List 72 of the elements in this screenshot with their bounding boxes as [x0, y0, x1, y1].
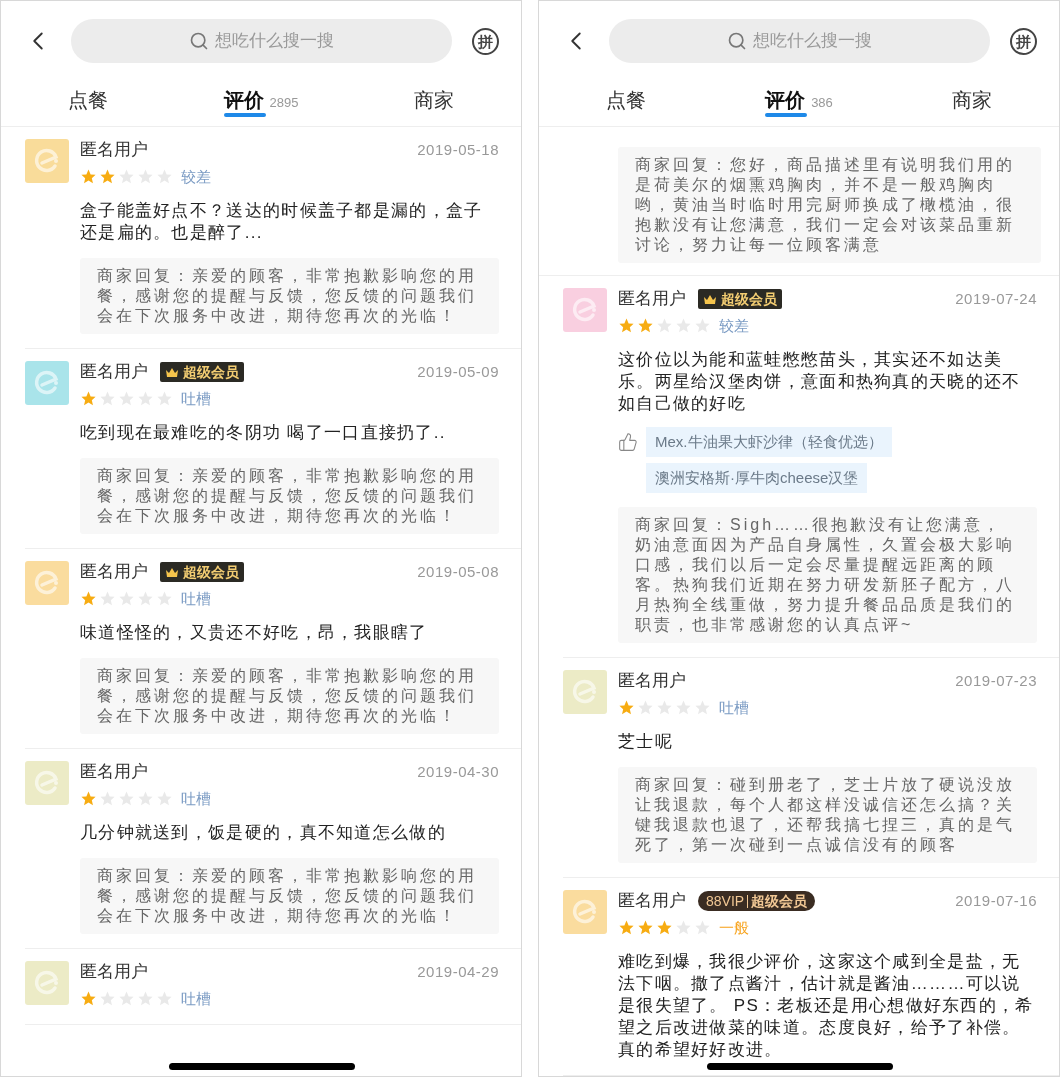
user-name: 匿名用户 — [80, 961, 148, 984]
star-icon — [618, 317, 635, 335]
rating-label: 吐槽 — [181, 388, 211, 409]
merchant-reply: 商家回复：碰到册老了，芝士片放了硬说没放让我退款，每个人都这样没诚信还怎么搞？关键我退款也退了，还帮我搞七捏三，真的是气死了，第一次碰到一点诚信没有的顾客 — [618, 767, 1037, 863]
star-icon — [80, 790, 97, 808]
star-icon — [618, 919, 635, 937]
review-date: 2019-07-24 — [955, 289, 1037, 309]
merchant-reply: 商家回复：Sigh……很抱歉没有让您满意，奶油意面因为产品自身属性，久置会极大影响口感，我们以后一定会尽量提醒远距离的顾客。热狗我们近期在努力研发新胚子配方，八月热狗全线重做，努力提升餐品品质是我们的职责，也非常感谢您的认真点评~ — [618, 507, 1037, 643]
tab[interactable]: 评价 2895 — [223, 75, 299, 126]
user-name: 匿名用户 — [618, 288, 686, 311]
crown-icon — [703, 293, 717, 305]
tab[interactable]: 评价 386 — [765, 75, 833, 126]
merchant-reply: 商家回复：亲爱的顾客，非常抱歉影响您的用餐，感谢您的提醒与反馈，您反馈的问题我们会在下次服务中改进，期待您再次的光临！ — [80, 658, 499, 734]
tab[interactable]: 点餐 — [67, 75, 108, 126]
group-order-button[interactable]: 拼 — [1010, 27, 1037, 55]
tab[interactable]: 商家 — [414, 75, 455, 126]
search-icon — [727, 31, 747, 51]
review-text: 吃到现在最难吃的冬阴功 喝了一口直接扔了.. — [80, 422, 447, 444]
review-date: 2019-05-08 — [417, 562, 499, 582]
user-name: 匿名用户 — [80, 761, 148, 784]
member-badge: 超级会员 — [160, 562, 244, 583]
crown-icon — [165, 366, 179, 378]
user-name: 匿名用户 — [80, 561, 148, 584]
review-text: 盒子能盖好点不？送达的时候盖子都是漏的，盒子还是扁的。也是醉了... — [80, 200, 484, 244]
merchant-reply: 商家回复：亲爱的顾客，非常抱歉影响您的用餐，感谢您的提醒与反馈，您反馈的问题我们会在下次服务中改进，期待您再次的光临！ — [80, 858, 499, 934]
rating-label: 吐槽 — [181, 588, 211, 609]
merchant-reply: 商家回复：亲爱的顾客，非常抱歉影响您的用餐，感谢您的提醒与反馈，您反馈的问题我们会在下次服务中改进，期待您再次的光临！ — [80, 458, 499, 534]
user-name: 匿名用户 — [80, 361, 148, 384]
star-icon — [637, 919, 654, 937]
user-name: 匿名用户 — [618, 890, 686, 913]
review-date: 2019-04-29 — [417, 962, 499, 982]
search-placeholder: 想吃什么搜一搜 — [753, 30, 872, 53]
review-text: 味道怪怪的，又贵还不好吃，昂，我眼瞎了 — [80, 622, 429, 644]
crown-icon — [165, 566, 179, 578]
member-badge: 超级会员 — [160, 362, 244, 383]
star-icon — [618, 699, 635, 717]
dish-tag: 澳洲安格斯·厚牛肉cheese汉堡 — [646, 463, 868, 493]
thumbs-up-icon — [618, 432, 638, 452]
review-date: 2019-05-18 — [417, 140, 499, 160]
review-date: 2019-04-30 — [417, 762, 499, 782]
review-date: 2019-05-09 — [417, 362, 499, 382]
user-name: 匿名用户 — [80, 139, 148, 162]
search-placeholder: 想吃什么搜一搜 — [215, 30, 334, 53]
star-icon — [99, 168, 116, 186]
review-text: 这价位以为能和蓝蛙憋憋苗头，其实还不如达美乐。两星给汉堡肉饼，意面和热狗真的天晓的还不如自己做的好吃 — [618, 349, 1022, 415]
tab[interactable]: 商家 — [952, 75, 993, 126]
star-icon — [80, 590, 97, 608]
rating-label: 较差 — [181, 166, 211, 187]
member-badge: 88VIP 超级会员 — [698, 891, 816, 912]
user-name: 匿名用户 — [618, 670, 686, 693]
star-icon — [80, 168, 97, 186]
dish-tag: Mex.牛油果大虾沙律（轻食优选） — [646, 427, 892, 457]
member-badge: 超级会员 — [698, 289, 782, 310]
rating-label: 吐槽 — [181, 988, 211, 1009]
star-icon — [656, 919, 673, 937]
rating-label: 较差 — [719, 315, 749, 336]
rating-label: 一般 — [719, 917, 749, 938]
search-icon — [189, 31, 209, 51]
review-date: 2019-07-16 — [955, 891, 1037, 911]
rating-label: 吐槽 — [181, 788, 211, 809]
review-text: 几分钟就送到，饭是硬的，真不知道怎么做的 — [80, 822, 447, 844]
rating-label: 吐槽 — [719, 697, 749, 718]
star-icon — [80, 390, 97, 408]
star-icon — [80, 990, 97, 1008]
merchant-reply: 商家回复：您好，商品描述里有说明我们用的是荷美尔的烟熏鸡胸肉，并不是一般鸡胸肉哟，黄油当时临时用完厨师换成了橄榄油，很抱歉没有让您满意，我们一定会对该菜品重新讨论，努力让每一位顾客满意 — [618, 147, 1041, 263]
review-date: 2019-07-23 — [955, 671, 1037, 691]
star-icon — [637, 317, 654, 335]
merchant-reply: 商家回复：亲爱的顾客，非常抱歉影响您的用餐，感谢您的提醒与反馈，您反馈的问题我们会在下次服务中改进，期待您再次的光临！ — [80, 258, 499, 334]
review-text: 芝士呢 — [618, 731, 674, 753]
tab[interactable]: 点餐 — [605, 75, 646, 126]
review-text: 难吃到爆，我很少评价，这家这个咸到全是盐，无法下咽。撒了点酱汁，估计就是酱油………可以说是很失望了。 PS：老板还是用心想做好东西的，希望之后改进做菜的味道。态度良好，给予了补偿。真的希望好好改进。 — [618, 951, 1035, 1061]
group-order-button[interactable]: 拼 — [472, 27, 499, 55]
